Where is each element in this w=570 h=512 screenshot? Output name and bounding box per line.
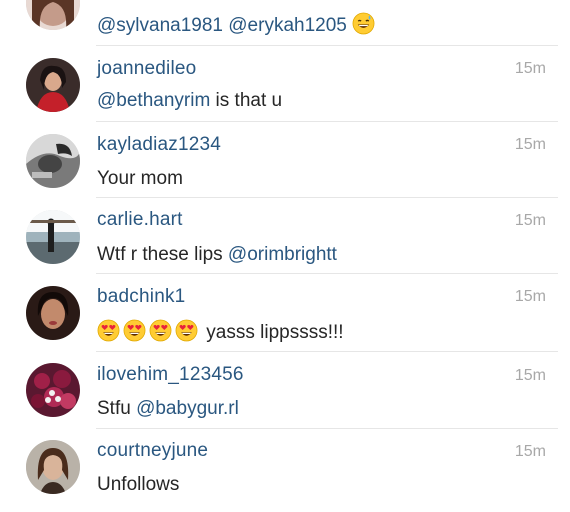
comment-username[interactable]: ilovehim_123456 <box>97 364 244 386</box>
comment-username[interactable]: courtneyjune <box>97 440 208 462</box>
comment-row: ilovehim_123456 15m Stfu @babygur.rl <box>0 352 570 429</box>
comment-timestamp: 15m <box>514 136 546 153</box>
comment-body: yasss lippssss!!! <box>201 322 344 343</box>
comment-row: carlie.hart 15m Wtf r these lips @orimbr… <box>0 198 570 274</box>
comment-row: @sylvana1981 @erykah1205 <box>0 0 570 46</box>
comment-text: Wtf r these lips @orimbrightt <box>97 244 337 266</box>
comment-username[interactable]: carlie.hart <box>97 209 183 231</box>
mention-link[interactable]: @orimbrightt <box>228 244 337 265</box>
comment-username[interactable]: kayladiaz1234 <box>97 134 221 156</box>
heart-eyes-emoji <box>175 319 198 348</box>
mention-link[interactable]: @bethanyrim <box>97 90 210 111</box>
comment-timestamp: 15m <box>514 367 546 384</box>
comment-timestamp: 15m <box>514 443 546 460</box>
heart-eyes-emoji <box>149 319 172 348</box>
commenter-avatar[interactable] <box>26 286 80 340</box>
comment-row: courtneyjune 15m Unfollows <box>0 428 570 512</box>
heart-eyes-emoji <box>123 319 146 348</box>
comment-text: Unfollows <box>97 474 180 495</box>
heart-eyes-emoji <box>97 319 120 348</box>
mention-link[interactable]: @sylvana1981 <box>97 15 223 36</box>
mention-link[interactable]: @babygur.rl <box>136 398 239 419</box>
comment-username[interactable]: joannedileo <box>97 58 196 80</box>
comment-timestamp: 15m <box>514 60 546 77</box>
comment-text: Your mom <box>97 168 183 189</box>
comment-row: badchink1 15m yasss lippssss!!! <box>0 274 570 352</box>
commenter-avatar[interactable] <box>26 134 80 188</box>
comment-body: Stfu <box>97 398 137 419</box>
commenter-avatar[interactable] <box>26 58 80 112</box>
commenter-avatar[interactable] <box>26 363 80 417</box>
comment-body: Wtf r these lips <box>97 244 228 265</box>
sweat-smile-emoji <box>352 12 375 41</box>
heart-eyes-emoji-group <box>97 319 201 343</box>
comment-timestamp: 15m <box>514 212 546 229</box>
comment-text: yasss lippssss!!! <box>97 319 344 348</box>
commenter-avatar[interactable] <box>26 0 80 30</box>
mention-link[interactable]: @erykah1205 <box>228 15 347 36</box>
comment-row: kayladiaz1234 15m Your mom <box>0 122 570 198</box>
comment-list: @sylvana1981 @erykah1205 joannedileo 15m… <box>0 0 570 512</box>
comment-row: joannedileo 15m @bethanyrim is that u <box>0 46 570 122</box>
comment-text: Stfu @babygur.rl <box>97 398 239 420</box>
comment-username[interactable]: badchink1 <box>97 286 185 308</box>
comment-text: @sylvana1981 @erykah1205 <box>97 12 378 41</box>
commenter-avatar[interactable] <box>26 210 80 264</box>
comment-timestamp: 15m <box>514 288 546 305</box>
comment-text: @bethanyrim is that u <box>97 90 282 112</box>
commenter-avatar[interactable] <box>26 440 80 494</box>
comment-body: is that u <box>210 90 283 111</box>
